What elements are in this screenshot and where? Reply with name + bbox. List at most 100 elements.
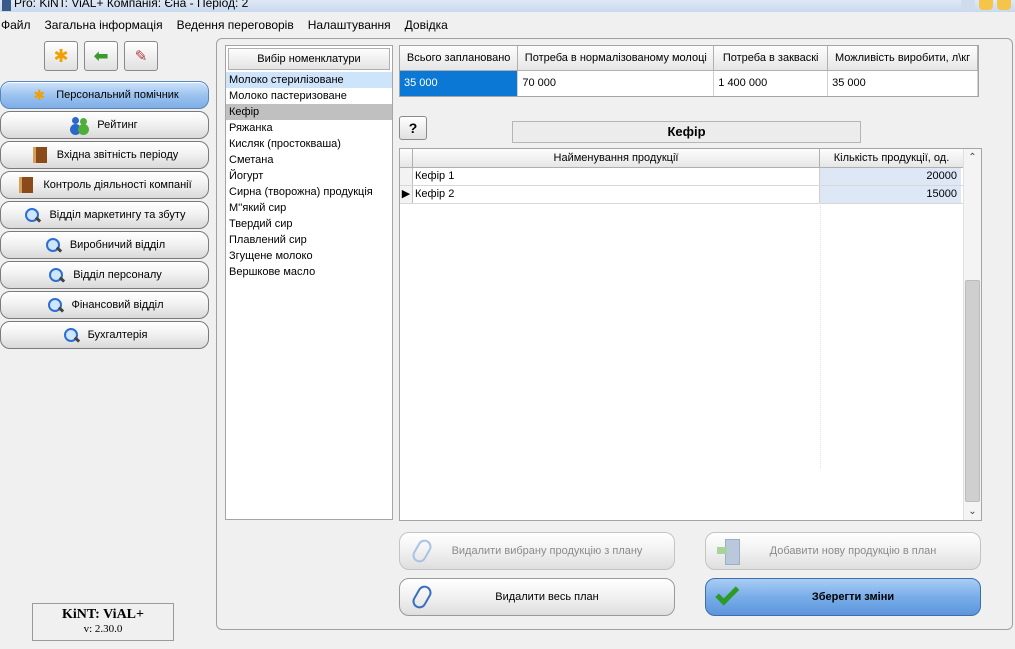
nav-label: Персональний помічник <box>56 89 179 101</box>
sun-icon: ✱ <box>53 45 69 66</box>
paperclip-icon <box>404 582 440 612</box>
magnifier-icon <box>47 266 65 284</box>
people-icon <box>71 116 89 134</box>
scrollbar-thumb[interactable] <box>965 280 980 502</box>
nav-accounting[interactable]: Бухгалтерія <box>0 321 209 349</box>
menu-help[interactable]: Довідка <box>398 18 455 32</box>
nav-personal-assistant[interactable]: ✱ Персональний помічник <box>0 81 209 109</box>
nav-personnel[interactable]: Відділ персоналу <box>0 261 209 289</box>
nav-label: Відділ персоналу <box>73 269 162 281</box>
list-item[interactable]: Кефір <box>226 104 392 120</box>
product-grid-header: Найменування продукції Кількість продукц… <box>400 149 964 168</box>
nav-label: Відділ маркетингу та збуту <box>49 209 186 221</box>
nav-label: Вхідна звітність періоду <box>56 149 179 161</box>
product-title: Кефір <box>512 121 861 143</box>
maximize-icon[interactable] <box>997 0 1011 10</box>
nav-label: Бухгалтерія <box>87 329 148 341</box>
brand-box: KiNT: ViAL+ v: 2.30.0 <box>32 603 174 641</box>
assistant-toolbar-button[interactable]: ✱ <box>44 41 78 71</box>
nav-label: Рейтинг <box>97 119 138 131</box>
back-toolbar-button[interactable]: ⬅ <box>84 41 118 71</box>
title-bar: Pro: KiNT: ViAL+ Компанія: Єна - Період:… <box>0 0 1015 12</box>
tools-toolbar-button[interactable]: ✎ <box>124 41 158 71</box>
checkmark-icon <box>710 581 746 612</box>
delete-all-button[interactable]: Видалити весь план <box>399 578 675 616</box>
nav-finance[interactable]: Фінансовий відділ <box>0 291 209 319</box>
product-grid: Найменування продукції Кількість продукц… <box>399 148 982 521</box>
button-label: Видалити вибрану продукцію з плану <box>451 545 643 557</box>
minimize-icon[interactable] <box>979 0 993 10</box>
current-row-arrow-icon: ▶ <box>400 186 413 203</box>
delete-selected-button[interactable]: Видалити вибрану продукцію з плану <box>399 532 675 570</box>
menu-settings[interactable]: Налаштування <box>301 18 398 32</box>
nomenclature-header[interactable]: Вибір номенклатури <box>228 48 390 70</box>
nav-marketing[interactable]: Відділ маркетингу та збуту <box>0 201 209 229</box>
help-button[interactable]: ? <box>399 116 427 140</box>
nav-label: Контроль діяльності компанії <box>43 179 192 191</box>
table-cell[interactable]: 70 000 <box>517 70 715 96</box>
button-label: Видалити весь план <box>495 591 599 603</box>
column-header[interactable]: Найменування продукції <box>413 149 820 167</box>
table-cell[interactable]: 35 000 <box>400 70 519 96</box>
book-icon <box>31 146 49 164</box>
product-qty-cell[interactable]: 15000 <box>820 186 961 203</box>
door-enter-icon <box>710 536 746 566</box>
magnifier-icon <box>23 206 41 224</box>
list-item[interactable]: Згущене молоко <box>226 248 392 264</box>
list-item[interactable]: Вершкове масло <box>226 264 392 280</box>
button-label: Зберегти зміни <box>811 591 895 603</box>
table-cell[interactable]: 35 000 <box>827 70 978 96</box>
nav-label: Фінансовий відділ <box>71 299 164 311</box>
app-version: v: 2.30.0 <box>83 623 123 635</box>
list-item[interactable]: Молоко пастеризоване <box>226 88 392 104</box>
list-item[interactable]: Твердий сир <box>226 216 392 232</box>
menu-file[interactable]: Файл <box>0 18 38 32</box>
vertical-scrollbar[interactable]: ⌃ ⌄ <box>963 149 981 520</box>
plan-summary-grid: Всього заплановано Потреба в нормалізова… <box>399 45 979 97</box>
column-header[interactable]: Кількість продукції, од. <box>820 149 964 167</box>
product-name-cell[interactable]: Кефір 2 <box>413 186 820 203</box>
table-cell[interactable]: 1 400 000 <box>713 70 829 96</box>
list-item[interactable]: Сирна (творожна) продукція <box>226 184 392 200</box>
product-qty-cell[interactable]: 20000 <box>820 168 961 185</box>
nav-incoming-reports[interactable]: Вхідна звітність періоду <box>0 141 209 169</box>
column-header[interactable]: Потреба в нормалізованому молоці <box>517 46 715 71</box>
nav-label: Виробничий відділ <box>69 239 166 251</box>
list-item[interactable]: Сметана <box>226 152 392 168</box>
list-item[interactable]: М''який сир <box>226 200 392 216</box>
save-button[interactable]: Зберегти зміни <box>705 578 981 616</box>
scroll-down-icon[interactable]: ⌄ <box>964 503 981 520</box>
window-title: Pro: KiNT: ViAL+ Компанія: Єна - Період:… <box>14 0 249 10</box>
menu-negotiations[interactable]: Ведення переговорів <box>170 18 301 32</box>
table-row: 35 000 70 000 1 400 000 35 000 <box>400 70 978 96</box>
column-header[interactable]: Потреба в закваскі <box>713 46 829 71</box>
tools-icon: ✎ <box>134 48 148 65</box>
list-item[interactable]: Плавлений сир <box>226 232 392 248</box>
sidebar: ✱ ⬅ ✎ ✱ Персональний помічник Рейтинг Вх… <box>0 37 214 649</box>
table-row[interactable]: Кефір 1 20000 <box>400 168 964 186</box>
nav-company-control[interactable]: Контроль діяльності компанії <box>0 171 209 199</box>
list-item[interactable]: Йогурт <box>226 168 392 184</box>
help-window-icon[interactable] <box>961 0 975 10</box>
table-row[interactable]: ▶ Кефір 2 15000 <box>400 186 964 204</box>
nav-rating[interactable]: Рейтинг <box>0 111 209 139</box>
menu-general-info[interactable]: Загальна інформація <box>38 18 170 32</box>
column-header[interactable]: Всього заплановано <box>400 46 519 71</box>
row-indicator <box>400 168 413 185</box>
button-label: Добавити нову продукцію в план <box>769 545 937 557</box>
list-item[interactable]: Кисляк (простокваша) <box>226 136 392 152</box>
product-name-cell[interactable]: Кефір 1 <box>413 168 820 185</box>
list-item[interactable]: Молоко стерилізоване <box>226 72 392 88</box>
brand-name: KiNT: ViAL+ <box>61 607 144 622</box>
column-divider <box>820 168 821 468</box>
magnifier-icon <box>44 236 62 254</box>
nav-production[interactable]: Виробничий відділ <box>0 231 209 259</box>
magnifier-icon <box>62 326 80 344</box>
scroll-up-icon[interactable]: ⌃ <box>964 149 981 166</box>
magnifier-icon <box>46 296 64 314</box>
list-item[interactable]: Ряжанка <box>226 120 392 136</box>
app-icon <box>2 0 11 11</box>
menu-bar: Файл Загальна інформація Ведення перегов… <box>0 14 1015 36</box>
column-header[interactable]: Можливість виробити, л\кг <box>827 46 978 71</box>
add-product-button[interactable]: Добавити нову продукцію в план <box>705 532 981 570</box>
